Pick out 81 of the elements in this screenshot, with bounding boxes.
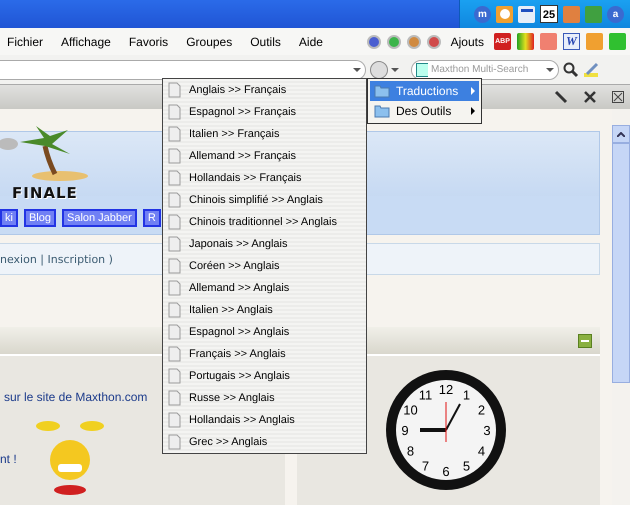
menu-item[interactable]: Portugais >> Anglais [163,365,366,387]
round-button[interactable] [386,34,401,48]
site-logo: FINALE [12,184,78,202]
menu-item[interactable]: Espagnol >> Français [163,101,366,123]
menu-item[interactable]: Grec >> Anglais [163,431,366,453]
menu-item[interactable]: Italien >> Français [163,123,366,145]
document-icon [168,346,181,362]
panel-text: sur le site de Maxthon.com [3,390,148,404]
document-icon [168,126,181,142]
menu-item[interactable]: Japonais >> Anglais [163,233,366,255]
menu-item[interactable]: Affichage [61,34,111,48]
round-button[interactable] [426,34,441,48]
document-icon [168,214,181,230]
menu-item[interactable]: Outils [250,34,281,48]
clock-numeral: 7 [422,458,430,474]
addons-menu[interactable]: Ajouts [450,34,484,48]
document-icon [168,104,181,120]
menu-item[interactable]: Hollandais >> Anglais [163,409,366,431]
document-icon [168,192,181,208]
clock-numeral: 12 [438,382,454,397]
clock-numeral: 4 [478,444,486,458]
menu-item[interactable]: Russe >> Anglais [163,387,366,409]
panel-text: nt ! [0,452,17,466]
document-icon [168,82,181,98]
tray-icon[interactable]: a [607,6,624,22]
clock-numeral: 11 [418,388,432,402]
clock-numeral: 10 [403,402,418,418]
tray-icon[interactable]: m [474,6,491,22]
menu-item[interactable]: Italien >> Anglais [163,299,366,321]
login-links[interactable]: nexion | Inscription ) [0,252,113,266]
menu-item[interactable]: Chinois simplifié >> Anglais [163,189,366,211]
document-icon [168,368,181,384]
menu-item[interactable]: Favoris [128,34,168,48]
document-icon [168,412,181,428]
search-field[interactable]: Maxthon Multi-Search [411,60,559,80]
search-engine-icon[interactable] [416,62,428,76]
clock-numeral: 2 [478,402,486,418]
menu-item[interactable]: Groupes [186,34,232,48]
clock-numeral: 9 [401,423,409,438]
scroll-up-button[interactable] [612,125,630,143]
document-icon [168,258,181,274]
clock-numeral: 1 [462,388,470,402]
calendar-icon[interactable]: 25 [540,5,558,23]
menu-item[interactable]: Coréen >> Anglais [163,255,366,277]
menu-item[interactable]: Fichier [7,34,44,48]
caret-up-icon [617,132,625,136]
round-button[interactable] [406,34,421,48]
clock-hands [420,402,461,442]
document-icon [168,302,181,318]
document-icon [168,324,181,340]
document-icon [168,148,181,164]
clock-numeral: 3 [483,423,491,438]
menu-item[interactable]: Anglais >> Français [163,79,366,101]
close-panel-icon[interactable] [612,91,624,103]
menu-item[interactable]: Aide [298,34,323,48]
clock-numeral: 6 [442,464,450,479]
close-icon[interactable] [584,91,596,103]
menu-item[interactable]: Français >> Anglais [163,343,366,365]
scrollbar-thumb[interactable] [612,143,630,383]
menu-item[interactable]: Hollandais >> Français [163,167,366,189]
window-icon[interactable] [518,6,535,22]
document-icon [168,170,181,186]
menu-item[interactable]: Des Outils [370,101,479,121]
clock-numeral: 8 [406,444,414,458]
address-field[interactable] [0,60,366,80]
document-icon [168,434,181,450]
folder-icon [374,104,390,118]
round-button[interactable] [366,34,381,48]
menu-item[interactable]: Traductions [370,81,479,101]
clock-numeral: 5 [462,458,470,474]
menu-item[interactable]: Espagnol >> Anglais [163,321,366,343]
document-icon [168,236,181,252]
gradient-icon[interactable] [517,33,534,50]
menu-item[interactable]: Chinois traditionnel >> Anglais [163,211,366,233]
menu-item[interactable]: Allemand >> Anglais [163,277,366,299]
search-icon[interactable] [563,62,579,78]
document-icon [168,390,181,406]
word-icon[interactable]: W [563,33,580,50]
minimize-icon[interactable] [578,334,592,348]
document-icon [168,280,181,296]
menu-item[interactable]: Allemand >> Français [163,145,366,167]
